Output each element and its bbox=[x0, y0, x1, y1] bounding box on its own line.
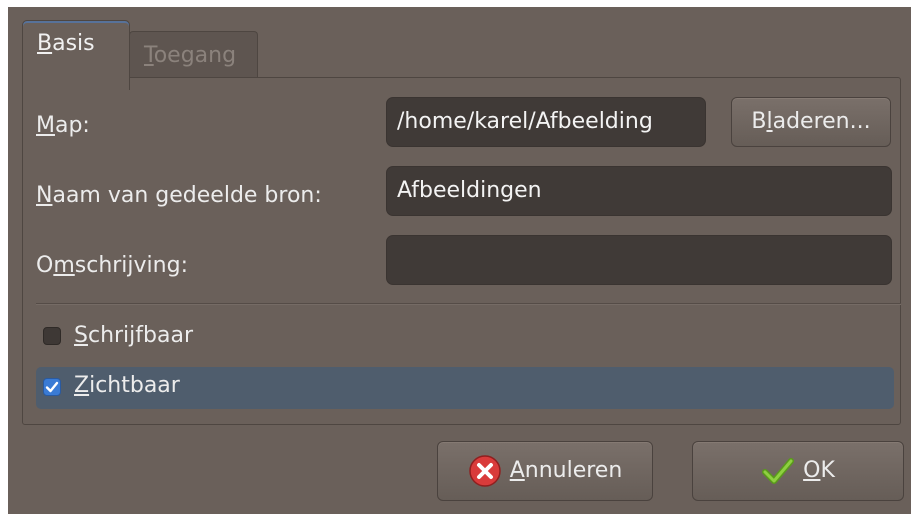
cancel-icon bbox=[468, 454, 502, 488]
checkmark-icon bbox=[45, 381, 59, 393]
description-label-mnemonic: m bbox=[53, 253, 75, 278]
cancel-button[interactable]: Annuleren bbox=[437, 441, 653, 501]
ok-button[interactable]: OK bbox=[692, 441, 904, 501]
visible-label-mnemonic: Z bbox=[74, 373, 90, 398]
separator bbox=[36, 303, 901, 305]
checkmark-icon bbox=[761, 454, 795, 488]
description-label-text: schrijving: bbox=[74, 253, 188, 278]
browse-label-pre: B bbox=[751, 109, 767, 134]
writable-checkbox[interactable] bbox=[43, 327, 61, 345]
cancel-label-mnemonic: A bbox=[509, 458, 525, 483]
description-field[interactable] bbox=[386, 235, 892, 285]
share-dialog: Basis Toegang Map: /home/karel/Afbeeldin… bbox=[8, 7, 911, 514]
map-path-field[interactable]: /home/karel/Afbeelding bbox=[386, 97, 706, 147]
share-name-label-text: aam van gedeelde bron: bbox=[52, 183, 322, 208]
writable-label: Schrijfbaar bbox=[74, 323, 193, 348]
tab-toegang-label: oegang bbox=[153, 43, 237, 68]
tab-basis-label: asis bbox=[52, 31, 95, 56]
browse-label-post: aderen... bbox=[772, 109, 871, 134]
cancel-label: nnuleren bbox=[524, 458, 623, 483]
tab-basis-mnemonic: B bbox=[37, 31, 53, 56]
writable-label-mnemonic: S bbox=[74, 323, 88, 348]
visible-checkbox[interactable] bbox=[43, 378, 61, 396]
ok-label-mnemonic: O bbox=[803, 458, 821, 483]
browse-button[interactable]: Bl aderen... bbox=[731, 97, 891, 147]
tab-basis[interactable]: Basis bbox=[22, 20, 130, 90]
tab-toegang-mnemonic: T bbox=[144, 43, 154, 68]
ok-label: K bbox=[820, 458, 835, 483]
map-label: Map: bbox=[36, 115, 90, 137]
description-label-pre: O bbox=[36, 253, 54, 278]
share-name-label: Naam van gedeelde bron: bbox=[36, 185, 322, 207]
map-label-text: ap: bbox=[54, 113, 90, 138]
description-label: Omschrijving: bbox=[36, 255, 188, 277]
map-label-mnemonic: M bbox=[36, 113, 55, 138]
visible-label: Zichtbaar bbox=[74, 373, 180, 398]
share-name-field[interactable]: Afbeeldingen bbox=[386, 166, 892, 216]
share-name-label-mnemonic: N bbox=[36, 183, 53, 208]
